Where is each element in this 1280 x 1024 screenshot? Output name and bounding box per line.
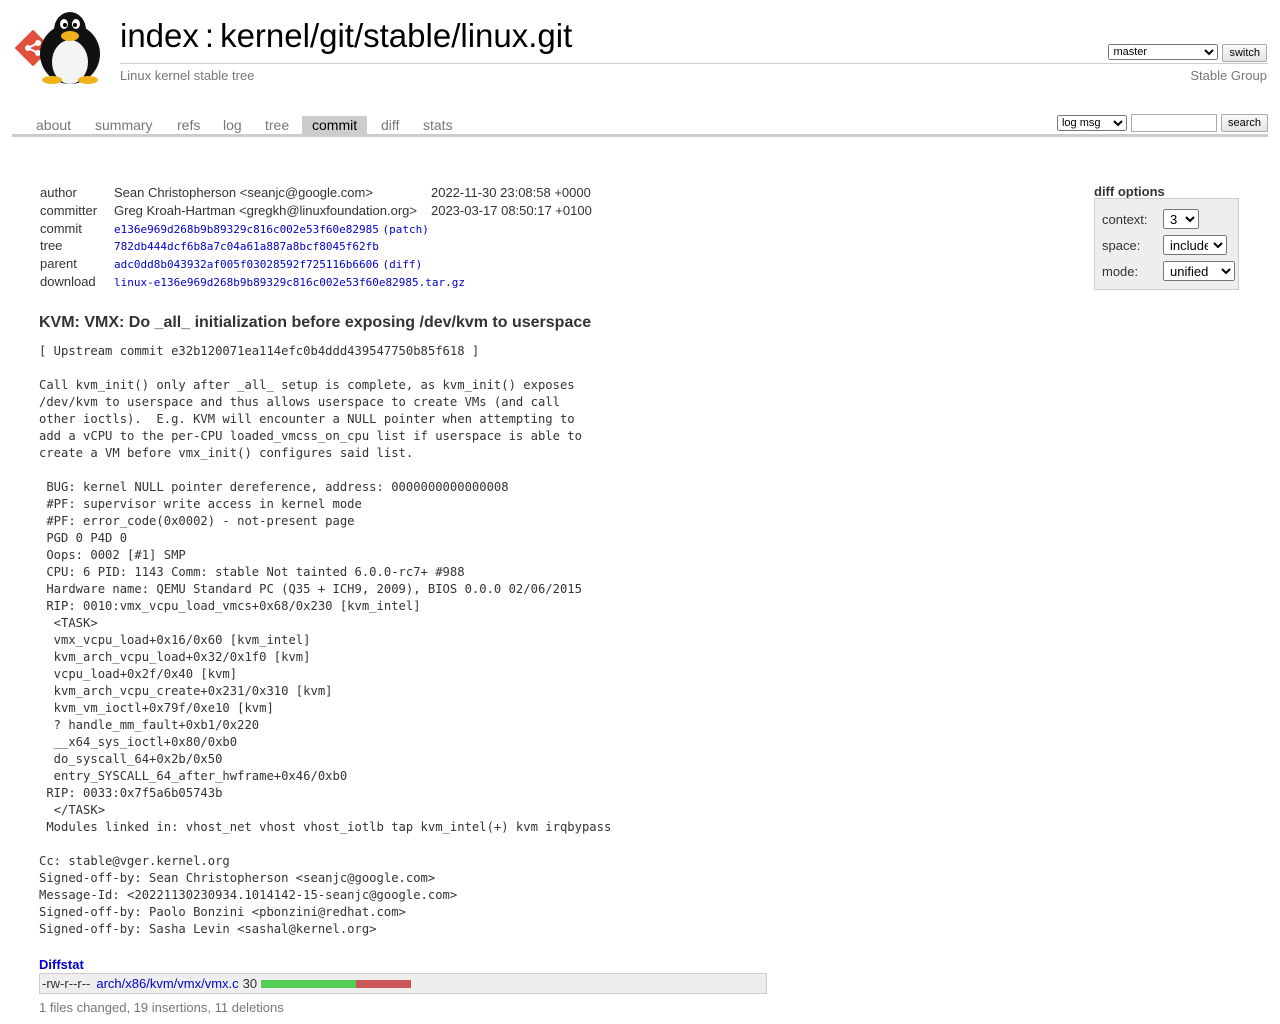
download-label: download xyxy=(40,273,96,289)
commit-hash-link[interactable]: e136e969d268b9b89329c816c002e53f60e82985 xyxy=(114,223,379,236)
parent-value: adc0dd8b043932af005f03028592f725116b6606… xyxy=(114,258,423,272)
diffstat-table: -rw-r--r-- arch/x86/kvm/vmx/vmx.c 30 xyxy=(39,973,767,994)
diffstat-file-link[interactable]: arch/x86/kvm/vmx/vmx.c xyxy=(96,976,238,991)
commit-subject: KVM: VMX: Do _all_ initialization before… xyxy=(39,314,592,331)
parent-row: parent adc0dd8b043932af005f03028592f7251… xyxy=(40,255,592,273)
patch-link[interactable]: patch xyxy=(389,223,422,236)
space-select[interactable]: include xyxy=(1163,235,1227,255)
diffstat-graph xyxy=(261,979,412,988)
tree-row: tree 782db444dcf6b8a7c04a61a887a8bcf8045… xyxy=(40,237,592,255)
tab-diff[interactable]: diff xyxy=(371,116,409,134)
author-label: author xyxy=(40,185,77,201)
search-input[interactable] xyxy=(1130,114,1217,132)
commit-row: commit e136e969d268b9b89329c816c002e53f6… xyxy=(40,219,592,237)
search-form: log msg search xyxy=(1056,114,1268,132)
file-mode: -rw-r--r-- xyxy=(42,976,91,991)
header-divider xyxy=(120,63,1268,64)
context-label: context: xyxy=(1102,211,1148,227)
page-title: index: kernel/git/stable/linux.git xyxy=(120,17,572,55)
author-row: author Sean Christopherson <seanjc@googl… xyxy=(40,184,592,202)
committer-date: 2023-03-17 08:50:17 +0100 xyxy=(430,203,592,219)
repo-description: Linux kernel stable tree xyxy=(120,68,255,83)
download-tarball-link[interactable]: linux-e136e969d268b9b89329c816c002e53f60… xyxy=(114,276,465,289)
space-row: space: include xyxy=(1102,235,1227,255)
tux-penguin-icon xyxy=(40,12,100,84)
cgit-logo[interactable] xyxy=(14,10,110,84)
diff-options-title: diff options xyxy=(1094,184,1165,199)
insertions-bar xyxy=(261,979,357,988)
commit-value: e136e969d268b9b89329c816c002e53f60e82985… xyxy=(114,222,429,236)
committer-value: Greg Kroah-Hartman <gregkh@linuxfoundati… xyxy=(114,203,417,219)
download-row: download linux-e136e969d268b9b89329c816c… xyxy=(40,272,592,290)
parent-label: parent xyxy=(40,256,77,272)
diff-options-panel: context: 3 space: include mode: unified xyxy=(1094,198,1239,290)
download-value: linux-e136e969d268b9b89329c816c002e53f60… xyxy=(114,272,592,290)
diffstat-change-count: 30 xyxy=(242,976,258,991)
diffstat-header-link[interactable]: Diffstat xyxy=(39,957,84,972)
tab-log[interactable]: log xyxy=(213,116,252,134)
deletions-bar xyxy=(356,979,412,988)
tree-hash-link[interactable]: 782db444dcf6b8a7c04a61a887a8bcf8045f62fb xyxy=(114,240,379,253)
parent-hash-link[interactable]: adc0dd8b043932af005f03028592f725116b6606 xyxy=(114,258,379,271)
tree-value: 782db444dcf6b8a7c04a61a887a8bcf8045f62fb xyxy=(114,237,592,255)
tab-about[interactable]: about xyxy=(26,116,81,134)
tab-stats[interactable]: stats xyxy=(413,116,463,134)
index-link[interactable]: index xyxy=(120,17,199,54)
branch-switch-form: master switch xyxy=(1108,44,1267,62)
switch-button[interactable]: switch xyxy=(1222,44,1267,62)
mode-select[interactable]: unified xyxy=(1163,261,1235,281)
commit-info-table: author Sean Christopherson <seanjc@googl… xyxy=(40,184,592,290)
commit-message: [ Upstream commit e32b120071ea114efc0b4d… xyxy=(39,344,612,936)
committer-row: committer Greg Kroah-Hartman <gregkh@lin… xyxy=(40,202,592,220)
space-label: space: xyxy=(1102,237,1141,253)
author-date: 2022-11-30 23:08:58 +0000 xyxy=(430,185,591,201)
search-button[interactable]: search xyxy=(1220,114,1268,132)
branch-select[interactable]: master xyxy=(1108,44,1219,60)
tab-refs[interactable]: refs xyxy=(167,116,210,134)
title-separator: : xyxy=(204,17,215,54)
repo-owner: Stable Group xyxy=(1190,68,1267,83)
context-select[interactable]: 3 xyxy=(1163,209,1199,229)
context-row: context: 3 xyxy=(1102,209,1199,229)
tab-tree[interactable]: tree xyxy=(255,116,299,134)
author-value: Sean Christopherson <seanjc@google.com> xyxy=(114,185,373,201)
diffstat-summary: 1 files changed, 19 insertions, 11 delet… xyxy=(39,1000,284,1015)
search-type-select[interactable]: log msg xyxy=(1056,115,1127,131)
committer-label: committer xyxy=(40,203,98,219)
parent-diff-link[interactable]: diff xyxy=(389,258,416,271)
tab-summary[interactable]: summary xyxy=(85,116,163,134)
mode-label: mode: xyxy=(1102,263,1139,279)
repo-path-link[interactable]: kernel/git/stable/linux.git xyxy=(220,17,572,54)
tree-label: tree xyxy=(40,238,63,254)
mode-row: mode: unified xyxy=(1102,261,1235,281)
tab-commit[interactable]: commit xyxy=(302,116,368,134)
commit-label: commit xyxy=(40,220,82,236)
